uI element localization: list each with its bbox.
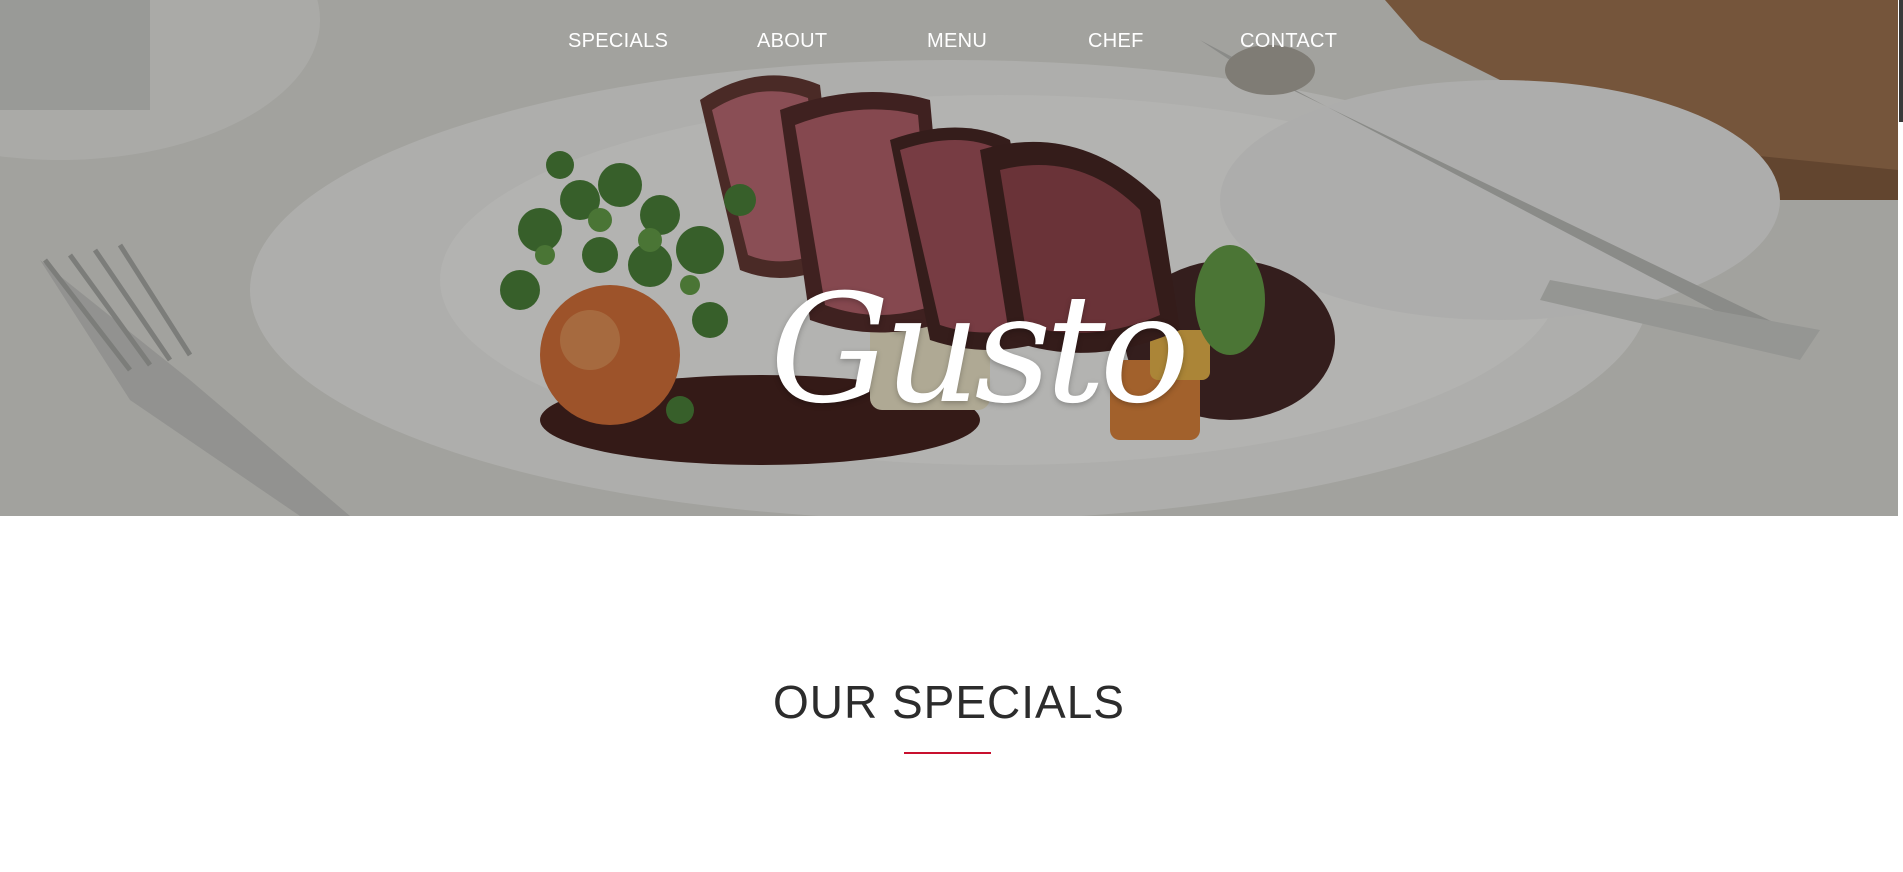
site-logo: Gusto bbox=[770, 263, 1190, 437]
nav-item-specials[interactable]: SPECIALS bbox=[568, 30, 668, 53]
nav-item-menu[interactable]: MENU bbox=[927, 30, 987, 53]
title-underline bbox=[904, 752, 991, 754]
scrollbar-track[interactable] bbox=[1898, 0, 1903, 872]
nav-item-contact[interactable]: CONTACT bbox=[1240, 30, 1337, 53]
hero-banner: SPECIALS ABOUT MENU CHEF CONTACT Gusto bbox=[0, 0, 1898, 516]
nav-item-about[interactable]: ABOUT bbox=[757, 30, 827, 53]
nav-item-chef[interactable]: CHEF bbox=[1088, 30, 1144, 53]
section-title-specials: OUR SPECIALS bbox=[773, 676, 1125, 728]
main-nav: SPECIALS ABOUT MENU CHEF CONTACT bbox=[0, 30, 1898, 60]
scrollbar-thumb[interactable] bbox=[1899, 0, 1903, 122]
